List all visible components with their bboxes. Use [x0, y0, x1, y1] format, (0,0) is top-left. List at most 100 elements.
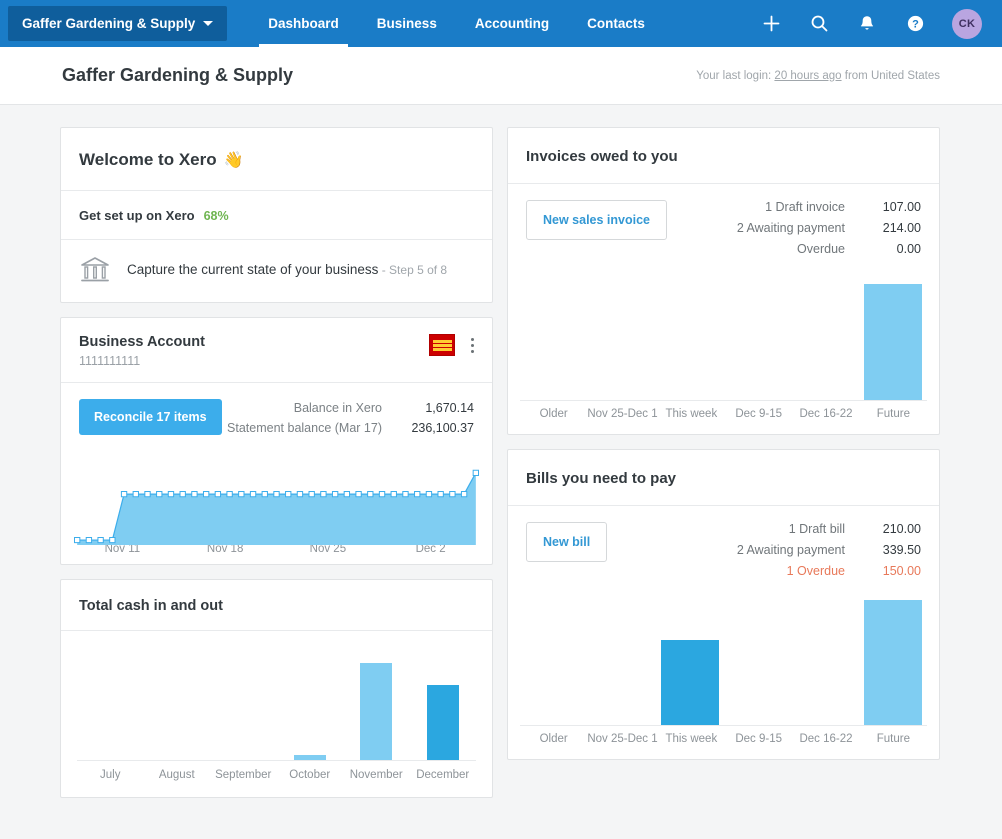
balance-row: Balance in Xero 1,670.14 [227, 401, 474, 415]
last-login-link[interactable]: 20 hours ago [774, 70, 841, 82]
bank-account-card: Business Account 1111111111 Reconcile 17… [60, 317, 493, 565]
data-point-marker[interactable] [121, 492, 126, 497]
setup-step-row[interactable]: Capture the current state of your busine… [61, 239, 492, 302]
bills-stat-row-overdue[interactable]: 1 Overdue 150.00 [737, 564, 921, 578]
bar[interactable] [864, 600, 923, 725]
dashboard-content: Welcome to Xero 👋 Get set up on Xero 68% [0, 105, 1002, 798]
data-point-marker[interactable] [286, 492, 291, 497]
data-point-marker[interactable] [450, 492, 455, 497]
last-login-suffix: from United States [841, 69, 940, 82]
data-point-marker[interactable] [309, 492, 314, 497]
invoices-stat-label: Overdue [797, 242, 845, 256]
bank-account-name[interactable]: Business Account [79, 334, 205, 350]
invoices-stat-row[interactable]: 2 Awaiting payment 214.00 [737, 221, 921, 235]
data-point-marker[interactable] [473, 470, 478, 475]
setup-progress-row[interactable]: Get set up on Xero 68% [61, 190, 492, 239]
data-point-marker[interactable] [239, 492, 244, 497]
data-point-marker[interactable] [274, 492, 279, 497]
nav-tab-accounting-label: Accounting [474, 16, 550, 31]
axis-tick-label: Dec 16-22 [799, 733, 853, 745]
data-point-marker[interactable] [98, 537, 103, 542]
bar[interactable] [360, 663, 393, 760]
total-cash-axis: July August September October November Decemb… [61, 761, 492, 797]
plus-icon[interactable] [760, 13, 782, 35]
bills-panel-title: Bills you need to pay [526, 470, 677, 487]
data-point-marker[interactable] [356, 492, 361, 497]
data-point-marker[interactable] [168, 492, 173, 497]
bills-panel-body: New bill 1 Draft bill 210.00 2 Awaiting … [508, 505, 939, 593]
data-point-marker[interactable] [262, 492, 267, 497]
avatar-initials: CK [958, 17, 976, 30]
chevron-down-icon [203, 21, 214, 26]
bills-panel-header: Bills you need to pay [508, 450, 939, 505]
data-point-marker[interactable] [215, 492, 220, 497]
bank-balances: Balance in Xero 1,670.14 Statement balan… [227, 399, 474, 441]
data-point-marker[interactable] [368, 492, 373, 497]
invoices-chart[interactable] [508, 271, 939, 401]
data-point-marker[interactable] [461, 492, 466, 497]
wells-fargo-logo [429, 334, 455, 356]
data-point-marker[interactable] [391, 492, 396, 497]
data-point-marker[interactable] [110, 537, 115, 542]
data-point-marker[interactable] [426, 492, 431, 497]
data-point-marker[interactable] [180, 492, 185, 497]
axis-tick-label: Future [876, 733, 910, 745]
welcome-card: Welcome to Xero 👋 Get set up on Xero 68% [60, 127, 493, 303]
setup-step-text: Capture the current state of your busine… [127, 262, 379, 277]
data-point-marker[interactable] [74, 537, 79, 542]
bar[interactable] [864, 284, 923, 400]
nav-tab-accounting[interactable]: Accounting [456, 0, 568, 47]
balance-label: Statement balance (Mar 17) [227, 421, 382, 435]
data-point-marker[interactable] [415, 492, 420, 497]
org-switcher-button[interactable]: Gaffer Gardening & Supply [8, 6, 228, 41]
nav-tab-contacts[interactable]: Contacts [568, 0, 664, 47]
bar[interactable] [660, 640, 719, 725]
axis-tick-label: This week [665, 733, 718, 745]
data-point-marker[interactable] [157, 492, 162, 497]
nav-actions: ? CK [760, 0, 1002, 47]
nav-tab-dashboard[interactable]: Dashboard [249, 0, 358, 47]
data-point-marker[interactable] [86, 537, 91, 542]
reconcile-button[interactable]: Reconcile 17 items [79, 399, 222, 435]
bills-stat-row[interactable]: 1 Draft bill 210.00 [737, 522, 921, 536]
invoices-stat-row[interactable]: Overdue 0.00 [737, 242, 921, 256]
bar[interactable] [426, 685, 459, 760]
new-bill-button[interactable]: New bill [526, 522, 608, 562]
data-point-marker[interactable] [203, 492, 208, 497]
data-point-marker[interactable] [403, 492, 408, 497]
setup-step-number: - Step 5 of 8 [378, 263, 448, 277]
data-point-marker[interactable] [250, 492, 255, 497]
bills-stat-row[interactable]: 2 Awaiting payment 339.50 [737, 543, 921, 557]
axis-tick-label: November [349, 769, 403, 781]
bar-cell [656, 271, 724, 400]
data-point-marker[interactable] [438, 492, 443, 497]
bills-chart-bars [520, 593, 927, 726]
bar[interactable] [293, 755, 326, 760]
data-point-marker[interactable] [297, 492, 302, 497]
balance-value: 1,670.14 [425, 401, 474, 415]
bills-chart[interactable] [508, 593, 939, 726]
bills-stat-value: 210.00 [882, 522, 921, 536]
bell-icon[interactable] [856, 13, 878, 35]
data-point-marker[interactable] [321, 492, 326, 497]
kebab-menu-icon[interactable] [467, 335, 478, 356]
data-point-marker[interactable] [145, 492, 150, 497]
data-point-marker[interactable] [192, 492, 197, 497]
data-point-marker[interactable] [332, 492, 337, 497]
user-avatar[interactable]: CK [952, 8, 982, 39]
invoices-stat-label: 1 Draft invoice [765, 200, 845, 214]
search-icon[interactable] [808, 13, 830, 35]
help-icon[interactable]: ? [904, 13, 926, 35]
new-sales-invoice-button[interactable]: New sales invoice [526, 200, 668, 240]
bar-cell [723, 593, 791, 725]
data-point-marker[interactable] [344, 492, 349, 497]
total-cash-chart[interactable] [61, 630, 492, 761]
data-point-marker[interactable] [133, 492, 138, 497]
balance-label: Balance in Xero [293, 401, 382, 415]
axis-tick-label: Nov 25-Dec 1 [587, 733, 658, 745]
data-point-marker[interactable] [379, 492, 384, 497]
data-point-marker[interactable] [227, 492, 232, 497]
bank-balance-area-chart[interactable] [61, 447, 492, 545]
invoices-stat-row[interactable]: 1 Draft invoice 107.00 [737, 200, 921, 214]
nav-tab-business[interactable]: Business [358, 0, 456, 47]
